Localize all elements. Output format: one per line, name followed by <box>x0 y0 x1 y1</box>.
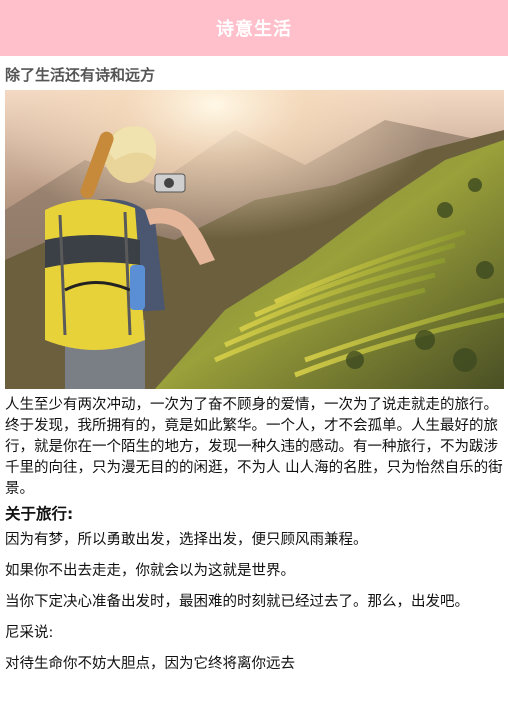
article-subtitle: 除了生活还有诗和远方 <box>5 66 156 84</box>
quote-line-1: 因为有梦，所以勇敢出发，选择出发，便只顾风雨兼程。 <box>5 532 368 548</box>
quote-line-5: 对待生命你不妨大胆点，因为它终将离你远去 <box>5 656 295 672</box>
page-header: 诗意生活 <box>0 0 508 56</box>
quote-line-2: 如果你不出去走走，你就会以为这就是世界。 <box>5 563 295 579</box>
page-title: 诗意生活 <box>216 19 292 40</box>
traveler-photo-image <box>5 90 504 389</box>
intro-paragraph: 人生至少有两次冲动，一次为了奋不顾身的爱情，一次为了说走就走的旅行。终于发现，我… <box>5 397 503 497</box>
quote-line-4: 尼采说: <box>5 625 54 641</box>
section-heading: 关于旅行: <box>5 505 74 523</box>
quote-line-3: 当你下定决心准备出发时，最困难的时刻就已经过去了。那么，出发吧。 <box>5 594 469 610</box>
